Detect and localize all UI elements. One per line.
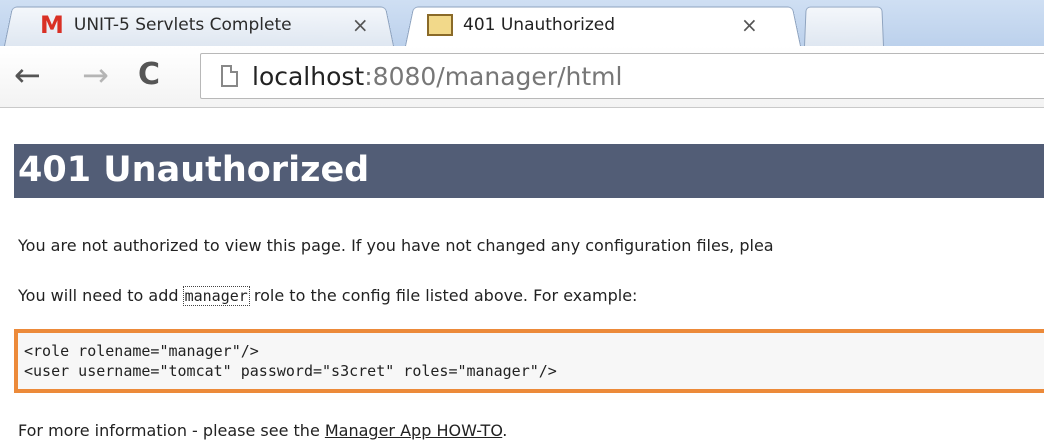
config-example-code: <role rolename="manager"/> <user usernam… bbox=[14, 329, 1044, 393]
reload-button[interactable]: C bbox=[138, 59, 160, 91]
address-bar[interactable]: localhost:8080/manager/html bbox=[200, 53, 1044, 99]
more-info-prefix: For more information - please see the bbox=[18, 421, 325, 440]
tab-gmail[interactable]: M UNIT-5 Servlets Complete × bbox=[4, 4, 394, 46]
page-icon bbox=[221, 65, 238, 87]
gmail-icon: M bbox=[40, 11, 64, 39]
close-icon[interactable]: × bbox=[741, 13, 758, 37]
heading-bar: 401 Unauthorized bbox=[14, 144, 1044, 198]
tomcat-icon bbox=[427, 14, 453, 36]
unauthorized-message: You are not authorized to view this page… bbox=[18, 236, 774, 255]
manager-role-code: manager bbox=[182, 286, 250, 306]
tab-strip: M UNIT-5 Servlets Complete × 401 Unautho… bbox=[0, 0, 1044, 46]
browser-toolbar: ← → C localhost:8080/manager/html bbox=[0, 46, 1044, 108]
back-button[interactable]: ← bbox=[14, 59, 41, 91]
more-info: For more information - please see the Ma… bbox=[18, 421, 507, 440]
page-content: 401 Unauthorized You are not authorized … bbox=[0, 108, 1044, 448]
role-instructions: You will need to add manager role to the… bbox=[18, 286, 638, 306]
code-line-role: <role rolename="manager"/> bbox=[24, 342, 259, 360]
new-tab-button[interactable] bbox=[804, 4, 884, 46]
close-icon[interactable]: × bbox=[352, 13, 369, 37]
forward-button[interactable]: → bbox=[82, 59, 109, 91]
tab-title: UNIT-5 Servlets Complete bbox=[73, 15, 292, 35]
url-path: :8080/manager/html bbox=[364, 61, 623, 91]
tab-shape bbox=[804, 6, 884, 46]
role-instructions-prefix: You will need to add bbox=[18, 286, 184, 305]
more-info-suffix: . bbox=[502, 421, 508, 440]
tab-title: 401 Unauthorized bbox=[463, 15, 615, 35]
manager-howto-link[interactable]: Manager App HOW-TO bbox=[325, 421, 502, 440]
url-host: localhost bbox=[252, 61, 365, 91]
tab-401-unauthorized[interactable]: 401 Unauthorized × bbox=[405, 4, 801, 46]
code-line-user: <user username="tomcat" password="s3cret… bbox=[24, 362, 557, 380]
role-instructions-suffix: role to the config file listed above. Fo… bbox=[248, 286, 638, 305]
page-title: 401 Unauthorized bbox=[18, 150, 370, 190]
url-text[interactable]: localhost:8080/manager/html bbox=[252, 62, 622, 91]
